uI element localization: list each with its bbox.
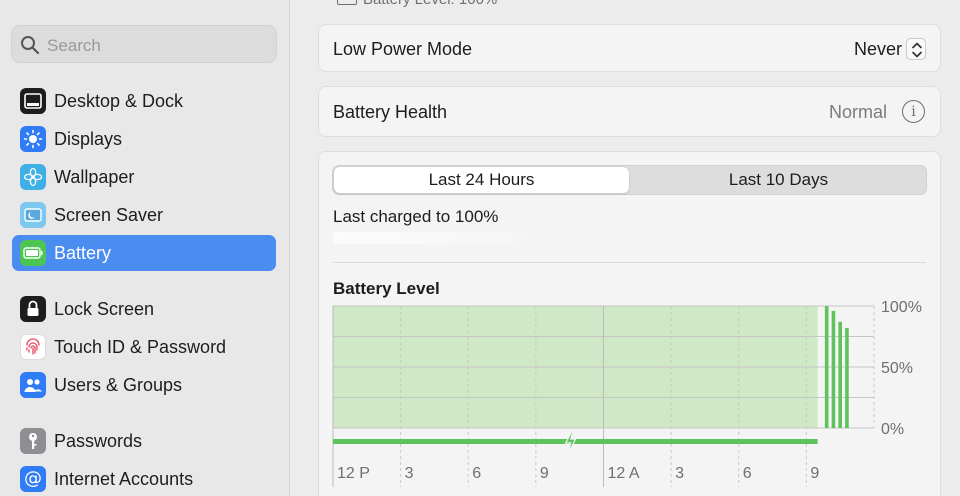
- sidebar-item-internet-accounts[interactable]: @ Internet Accounts: [12, 461, 276, 496]
- search-field[interactable]: Search: [11, 25, 277, 63]
- sidebar-item-label: Wallpaper: [54, 167, 135, 187]
- users-icon: [20, 372, 46, 398]
- sidebar-item-label: Lock Screen: [54, 299, 155, 319]
- battery-health-value: Normal: [828, 102, 887, 122]
- sidebar-item-label: Screen Saver: [54, 205, 164, 225]
- sidebar-item-battery[interactable]: Battery: [12, 235, 276, 271]
- sidebar: Search Desktop & Dock Displays Wallpaper…: [0, 0, 290, 496]
- sidebar-item-label: Users & Groups: [54, 375, 183, 395]
- sidebar-item-label: Displays: [54, 129, 123, 149]
- battery-level-bar: [824, 306, 829, 428]
- chevron-updown-icon: [912, 42, 922, 58]
- sidebar-item-label: Battery: [54, 243, 112, 263]
- sidebar-item-label: Passwords: [54, 431, 143, 451]
- battery-level-bar: [845, 327, 849, 428]
- battery-settings-pane: Battery Level: 100% Low Power Mode Never…: [291, 0, 960, 496]
- battery-level-bar: [838, 321, 842, 428]
- sidebar-item-wallpaper[interactable]: Wallpaper: [12, 159, 276, 195]
- battery-level-text: Battery Level: 100%: [363, 0, 497, 8]
- search-placeholder: Search: [47, 36, 101, 55]
- battery-small-icon: [337, 0, 357, 5]
- battery-level-bar: [831, 310, 836, 428]
- sidebar-item-passwords[interactable]: Passwords: [12, 423, 276, 459]
- key-icon: [20, 428, 46, 454]
- low-power-mode-label: Low Power Mode: [333, 39, 473, 59]
- low-power-mode-popup[interactable]: [906, 38, 926, 60]
- sidebar-item-screen-saver[interactable]: Screen Saver: [12, 197, 276, 233]
- sidebar-item-label: Touch ID & Password: [54, 337, 227, 357]
- battery-usage-card: Last 24 Hours Last 10 Days Last charged …: [318, 151, 941, 496]
- battery-health-label: Battery Health: [333, 102, 448, 122]
- sidebar-item-lock-screen[interactable]: Lock Screen: [12, 291, 276, 327]
- x-tick-label: 12 A: [608, 465, 640, 482]
- y-tick-label: 100%: [881, 299, 922, 316]
- low-power-mode-value[interactable]: Never: [854, 39, 902, 60]
- battery-icon: [20, 240, 46, 266]
- y-tick-label: 50%: [881, 360, 913, 377]
- dock-icon: [20, 88, 46, 114]
- x-tick-label: 9: [810, 465, 819, 482]
- x-tick-label: 9: [540, 465, 549, 482]
- battery-health-row: Battery Health Normal i: [318, 86, 941, 137]
- x-tick-label: 3: [405, 465, 414, 482]
- sidebar-item-users-groups[interactable]: Users & Groups: [12, 367, 276, 403]
- x-tick-label: 12 P: [337, 465, 370, 482]
- flower-icon: [20, 164, 46, 190]
- x-tick-label: 6: [472, 465, 481, 482]
- battery-level-chart: 12 P 3 6 9 12 A 3 6 9 100% 50% 0%: [332, 299, 922, 487]
- lock-icon: [20, 296, 46, 322]
- fingerprint-icon: [20, 334, 46, 360]
- screen-saver-icon: [20, 202, 46, 228]
- x-tick-label: 3: [675, 465, 684, 482]
- search-icon: [21, 36, 40, 55]
- sidebar-item-label: Internet Accounts: [54, 469, 194, 489]
- sidebar-item-displays[interactable]: Displays: [12, 121, 276, 157]
- sun-icon: [20, 126, 46, 152]
- info-icon[interactable]: i: [902, 100, 925, 123]
- sidebar-item-desktop-dock[interactable]: Desktop & Dock: [12, 83, 276, 119]
- lightning-bolt-icon: [564, 429, 577, 455]
- at-sign-icon: @: [20, 466, 46, 492]
- low-power-mode-row: Low Power Mode Never: [318, 24, 941, 72]
- battery-level-status: Battery Level: 100%: [337, 0, 497, 8]
- sidebar-item-label: Desktop & Dock: [54, 91, 184, 111]
- y-tick-label: 0%: [881, 421, 904, 438]
- sidebar-item-touch-id[interactable]: Touch ID & Password: [12, 329, 276, 365]
- x-tick-label: 6: [743, 465, 752, 482]
